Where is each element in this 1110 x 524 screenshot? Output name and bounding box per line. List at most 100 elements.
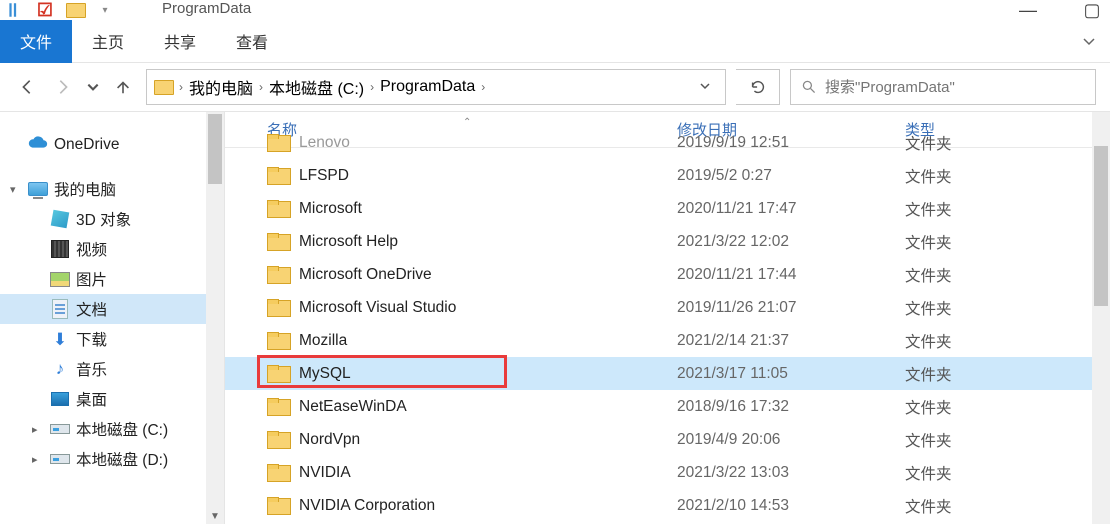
folder-icon — [267, 299, 289, 317]
minimize-button[interactable]: — — [1018, 0, 1038, 21]
folder-icon — [267, 233, 289, 251]
breadcrumb-item[interactable]: ProgramData — [380, 78, 475, 96]
file-type: 文件夹 — [905, 264, 1092, 286]
file-name: Microsoft Help — [299, 233, 398, 251]
sidebar-item[interactable]: 3D 对象 — [0, 204, 206, 234]
file-name: Lenovo — [299, 134, 350, 152]
file-row[interactable]: NordVpn2019/4/9 20:06文件夹 — [225, 423, 1092, 456]
ribbon-collapse-icon[interactable] — [1082, 34, 1096, 52]
ribbon-tab-home[interactable]: 主页 — [72, 20, 144, 63]
file-row[interactable]: MySQL2021/3/17 11:05文件夹 — [225, 357, 1092, 390]
up-button[interactable] — [110, 74, 136, 100]
folder-icon — [267, 167, 289, 185]
back-button[interactable] — [14, 74, 40, 100]
file-row[interactable]: Microsoft Help 2021/3/22 12:02文件夹 — [225, 225, 1092, 258]
chevron-right-icon[interactable]: › — [370, 80, 374, 94]
sidebar-item-label: 本地磁盘 (D:) — [76, 448, 168, 470]
sidebar-item[interactable]: ▸ 本地磁盘 (D:) — [0, 444, 206, 474]
ribbon-tab-view[interactable]: 查看 — [216, 20, 288, 63]
file-type: 文件夹 — [905, 330, 1092, 352]
download-icon: ⬇ — [53, 331, 67, 348]
file-row[interactable]: NVIDIA2021/3/22 13:03文件夹 — [225, 456, 1092, 489]
sidebar-item-label: 本地磁盘 (C:) — [76, 418, 168, 440]
ribbon-tab-share[interactable]: 共享 — [144, 20, 216, 63]
chevron-icon[interactable]: ▸ — [32, 423, 44, 436]
chevron-icon[interactable]: ▾ — [10, 183, 22, 196]
file-row[interactable]: Lenovo2019/9/19 12:51文件夹 — [225, 126, 1092, 159]
window-title: ProgramData — [162, 0, 251, 17]
sidebar-item-label: OneDrive — [54, 136, 119, 154]
sidebar-item-label: 图片 — [76, 268, 107, 290]
scrollbar-thumb[interactable] — [208, 114, 222, 184]
folder-icon — [267, 431, 289, 449]
file-type: 文件夹 — [905, 396, 1092, 418]
file-row[interactable]: Microsoft Visual Studio2019/11/26 21:07文… — [225, 291, 1092, 324]
chevron-icon[interactable]: ▸ — [32, 453, 44, 466]
file-row[interactable]: NVIDIA Corporation2021/2/10 14:53文件夹 — [225, 489, 1092, 522]
file-row[interactable]: LFSPD2019/5/2 0:27文件夹 — [225, 159, 1092, 192]
file-type: 文件夹 — [905, 495, 1092, 517]
file-row[interactable]: Mozilla 2021/2/14 21:37文件夹 — [225, 324, 1092, 357]
file-date: 2021/3/22 12:02 — [677, 233, 905, 251]
filelist-scrollbar[interactable] — [1092, 112, 1110, 524]
search-box[interactable] — [790, 69, 1096, 105]
sidebar-item-label: 桌面 — [76, 388, 107, 410]
sidebar-item[interactable]: ♪音乐 — [0, 354, 206, 384]
sidebar-item[interactable]: ▸ 本地磁盘 (C:) — [0, 414, 206, 444]
file-row[interactable]: Microsoft2020/11/21 17:47文件夹 — [225, 192, 1092, 225]
pin-icon[interactable] — [6, 1, 24, 19]
file-date: 2019/9/19 12:51 — [677, 134, 905, 152]
sidebar-item[interactable]: ▾ 我的电脑 — [0, 174, 206, 204]
sidebar-item-label: 我的电脑 — [54, 178, 116, 200]
ribbon-file-tab[interactable]: 文件 — [0, 20, 72, 63]
sidebar-item-label: 3D 对象 — [76, 208, 131, 230]
scroll-down-icon[interactable]: ▼ — [206, 511, 224, 522]
sidebar-item[interactable]: ⬇ 下载 — [0, 324, 206, 354]
search-icon — [801, 79, 817, 95]
drive-icon — [50, 424, 70, 434]
desktop-icon — [51, 392, 69, 406]
file-type: 文件夹 — [905, 462, 1092, 484]
file-name: Mozilla — [299, 332, 347, 350]
drive-icon — [50, 454, 70, 464]
file-row[interactable]: Microsoft OneDrive2020/11/21 17:44文件夹 — [225, 258, 1092, 291]
folder-icon — [267, 398, 289, 416]
sidebar-item-label: 文档 — [76, 298, 107, 320]
sidebar-item[interactable]: 视频 — [0, 234, 206, 264]
properties-checkbox-icon[interactable]: ☑ — [36, 1, 54, 19]
folder-icon — [267, 497, 289, 515]
sidebar-item[interactable]: 文档 — [0, 294, 206, 324]
sidebar-item[interactable]: 图片 — [0, 264, 206, 294]
ribbon: 文件 主页 共享 查看 — [0, 20, 1110, 63]
recent-locations-button[interactable] — [86, 74, 100, 100]
sidebar-item-label: 视频 — [76, 238, 107, 260]
titlebar: ☑ ▾ ProgramData — ▢ — [0, 0, 1110, 20]
picture-icon — [50, 272, 70, 287]
document-icon — [52, 299, 68, 319]
file-date: 2021/2/10 14:53 — [677, 497, 905, 515]
chevron-right-icon[interactable]: › — [481, 80, 485, 94]
sidebar-scrollbar[interactable]: ▲ ▼ — [206, 112, 224, 524]
breadcrumb-item[interactable]: 我的电脑 — [189, 75, 253, 99]
sidebar-item[interactable]: 桌面 — [0, 384, 206, 414]
address-bar[interactable]: › 我的电脑 › 本地磁盘 (C:) › ProgramData › — [146, 69, 726, 105]
chevron-right-icon[interactable]: › — [259, 80, 263, 94]
scrollbar-thumb[interactable] — [1094, 146, 1108, 306]
maximize-button[interactable]: ▢ — [1082, 0, 1102, 21]
file-date: 2019/5/2 0:27 — [677, 167, 905, 185]
search-input[interactable] — [825, 79, 1095, 96]
file-type: 文件夹 — [905, 231, 1092, 253]
address-dropdown-icon[interactable] — [685, 79, 725, 96]
quick-access-toolbar: ☑ ▾ — [6, 0, 114, 20]
forward-button[interactable] — [50, 74, 76, 100]
file-date: 2021/2/14 21:37 — [677, 332, 905, 350]
sidebar-item-label: 下载 — [76, 328, 107, 350]
file-row[interactable]: NetEaseWinDA2018/9/16 17:32文件夹 — [225, 390, 1092, 423]
sidebar-item[interactable]: OneDrive — [0, 130, 206, 160]
refresh-button[interactable] — [736, 69, 780, 105]
breadcrumb-item[interactable]: 本地磁盘 (C:) — [269, 75, 364, 99]
file-type: 文件夹 — [905, 363, 1092, 385]
qat-dropdown-icon[interactable]: ▾ — [96, 1, 114, 19]
main-area: OneDrive ▾ 我的电脑 3D 对象视频图片文档 ⬇ 下载 ♪音乐桌面 ▸ 本地磁盘 (C… — [0, 111, 1110, 524]
chevron-right-icon[interactable]: › — [179, 80, 183, 94]
